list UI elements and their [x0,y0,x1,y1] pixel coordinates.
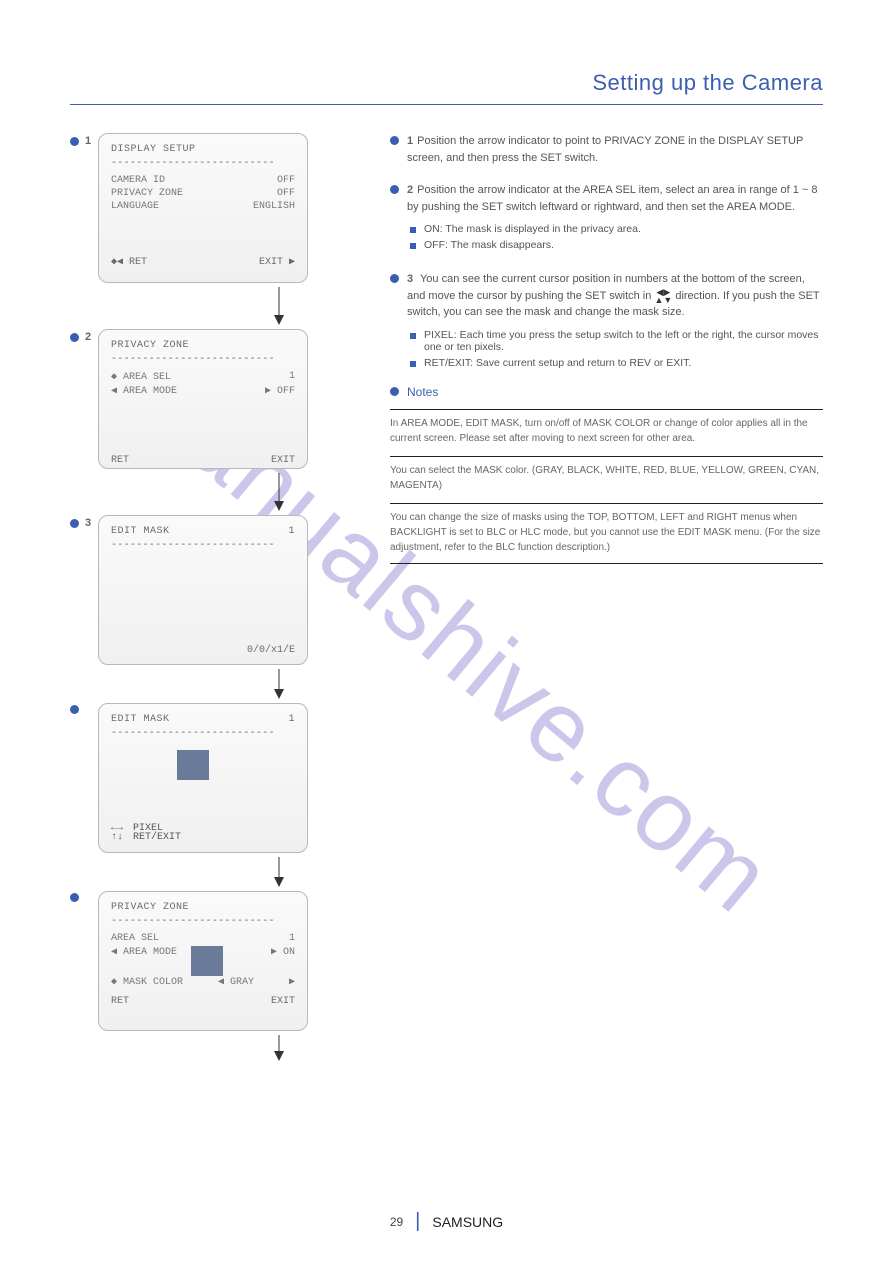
panel4-dashes: -------------------------- [111,728,295,739]
step-2: 2 PRIVACY ZONE -------------------------… [70,329,370,469]
bullet-icon [390,185,399,194]
arrow-3-4 [273,669,285,699]
mask-box-2 [191,946,223,976]
bullet-icon [390,274,399,283]
panel4-titlerow: EDIT MASK 1 [111,714,295,725]
panel5-nav: RETEXIT [111,996,295,1007]
panel5-dashes: -------------------------- [111,916,295,927]
footer-page: 29 [390,1215,403,1229]
instr-2-sub1: ON: The mask is displayed in the privacy… [410,223,823,235]
panel5-title: PRIVACY ZONE [111,902,295,913]
instr-2: 2Position the arrow indicator at the ARE… [390,182,823,215]
panel2-dashes: -------------------------- [111,354,295,365]
square-icon [410,243,416,249]
panel3-dashes: -------------------------- [111,540,295,551]
instr-3-sub2: RET/EXIT: Save current setup and return … [410,357,823,369]
step-5-bullet [70,891,98,902]
panel1-row3: LANGUAGEENGLISH [111,201,295,212]
panel-edit-mask-2: EDIT MASK 1 -------------------------- ←… [98,703,308,853]
section-title: Setting up the Camera [592,70,823,96]
left-column: 1 DISPLAY SETUP ------------------------… [70,133,370,1263]
arrow-1-2 [273,287,285,325]
step-4: EDIT MASK 1 -------------------------- ←… [70,703,370,853]
note-3: You can change the size of masks using t… [390,503,823,564]
note-2: You can select the MASK color. (GRAY, BL… [390,456,823,493]
panel1-row1: CAMERA IDOFF [111,175,295,186]
right-column: 1Position the arrow indicator to point t… [390,133,823,1263]
panel4-footer: ←→ ↑↓ PIXEL RET/EXIT [111,824,181,842]
panel1-dashes: -------------------------- [111,158,295,169]
arrows-icon: ←→ ↑↓ [111,824,123,842]
arrow-4-5 [273,857,285,887]
mask-box [177,750,209,780]
step-1: 1 DISPLAY SETUP ------------------------… [70,133,370,283]
note-1: In AREA MODE, EDIT MASK, turn on/off of … [390,409,823,446]
panel-privacy-zone: PRIVACY ZONE -------------------------- … [98,329,308,469]
panel2-nav: RETEXIT [111,455,295,466]
panel2-row2: ◀ AREA MODE▶ OFF [111,385,295,397]
instr-1: 1Position the arrow indicator to point t… [390,133,823,166]
step-5: PRIVACY ZONE -------------------------- … [70,891,370,1031]
step-4-bullet [70,703,98,714]
square-icon [410,227,416,233]
arrow-2-3 [273,473,285,511]
bullet-icon [390,136,399,145]
square-icon [410,333,416,339]
panel-edit-mask-1: EDIT MASK 1 -------------------------- 0… [98,515,308,665]
section-header: Setting up the Camera [70,70,823,105]
arrow-5-down [273,1035,285,1061]
page-container: Setting up the Camera 1 DISPLAY SETUP --… [0,0,893,1263]
step-3-bullet: 3 [70,515,98,529]
dpad-icon: ◀▶▲▼ [654,288,672,304]
instr-3-sub1: PIXEL: Each time you press the setup swi… [410,329,823,353]
panel2-row1: ◆ AREA SEL1 [111,371,295,383]
bullet-icon [390,387,399,396]
instr-2-sub2: OFF: The mask disappears. [410,239,823,251]
step-3: 3 EDIT MASK 1 --------------------------… [70,515,370,665]
instr-3: 3 You can see the current cursor positio… [390,271,823,321]
panel5-row3: ◆ MASK COLOR ◀ GRAY ▶ [111,976,295,988]
panel3-footer: 0/0/x1/E [247,645,295,656]
step-2-bullet: 2 [70,329,98,343]
panel1-row2: PRIVACY ZONEOFF [111,188,295,199]
panel2-title: PRIVACY ZONE [111,340,295,351]
panel1-title: DISPLAY SETUP [111,144,295,155]
panel-privacy-zone-2: PRIVACY ZONE -------------------------- … [98,891,308,1031]
panel1-nav: ◆◀ RETEXIT ▶ [111,256,295,268]
panel3-titlerow: EDIT MASK 1 [111,526,295,537]
content-columns: 1 DISPLAY SETUP ------------------------… [70,133,823,1263]
panel-display-setup: DISPLAY SETUP --------------------------… [98,133,308,283]
footer-separator: | [415,1210,420,1233]
footer-brand: SAMSUNG [432,1214,503,1230]
step-1-bullet: 1 [70,133,98,147]
panel5-row1: AREA SEL1 [111,933,295,944]
square-icon [410,361,416,367]
notes-header: Notes [390,385,823,399]
page-footer: 29 | SAMSUNG [0,1210,893,1233]
